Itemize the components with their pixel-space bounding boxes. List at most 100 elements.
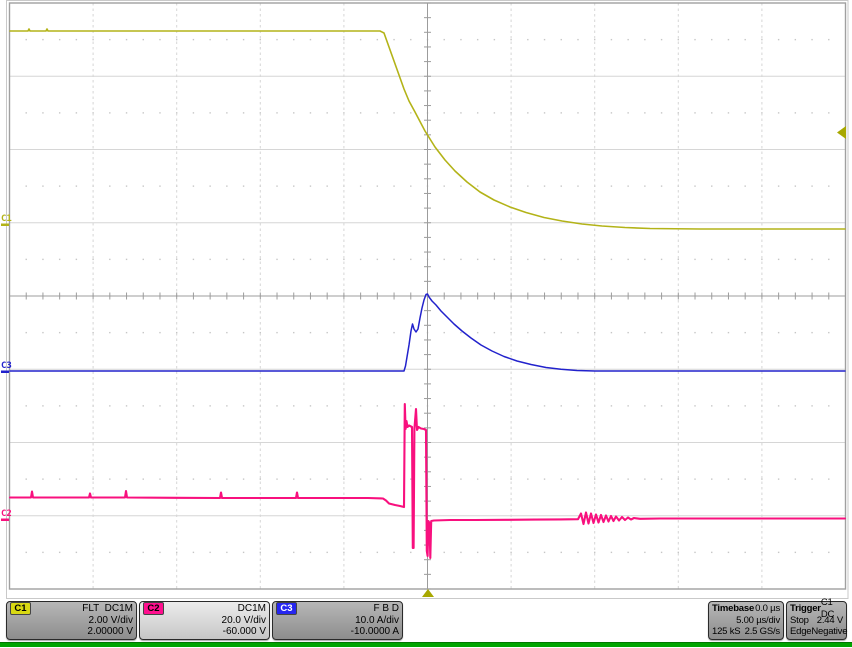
grid-dot — [309, 112, 312, 114]
grid-dot — [627, 38, 629, 41]
grid-dot — [594, 258, 596, 261]
grid-dot — [460, 38, 462, 41]
oscilloscope-screen: C1 C3 C2 C1 FLT DC1M 2.00 V/div 2.00000 V … — [0, 0, 852, 648]
grid-dot — [476, 405, 479, 407]
grid-dot — [109, 551, 111, 554]
grid-dot — [560, 185, 562, 187]
grid-dot — [811, 405, 813, 407]
grid-dot — [610, 551, 613, 554]
grid-dot — [761, 478, 763, 480]
grid-dot — [794, 478, 797, 480]
grid-dot — [176, 258, 178, 261]
grid-dot — [109, 405, 111, 407]
grid-dot — [92, 258, 94, 261]
grid-dot — [493, 38, 496, 41]
grid-dot — [627, 405, 629, 407]
grid-dot — [42, 258, 44, 261]
grid-dot — [694, 258, 696, 261]
grid-dot — [242, 551, 245, 554]
grid-dot — [577, 551, 579, 554]
c1-scale: 2.00 V/div — [88, 614, 133, 626]
grid-dot — [293, 478, 295, 480]
grid-dot — [660, 185, 663, 187]
grid-dot — [359, 258, 362, 261]
timebase-box[interactable]: Timebase 0.0 µs 5.00 µs/div 125 kS 2.5 G… — [708, 601, 784, 640]
grid-dot — [577, 258, 579, 261]
grid-dot — [443, 405, 445, 407]
grid-dot — [777, 112, 780, 114]
grid-dot — [694, 331, 696, 334]
grid-dot — [627, 185, 629, 187]
grid-dot — [192, 38, 195, 41]
grid-dot — [694, 551, 696, 554]
grid-dot — [627, 258, 629, 261]
grid-dot — [577, 478, 579, 480]
grid-dot — [711, 478, 713, 480]
grid-dot — [58, 38, 61, 41]
grid-dot — [58, 478, 61, 480]
grid-dot — [777, 478, 780, 480]
channel-box-c1[interactable]: C1 FLT DC1M 2.00 V/div 2.00000 V — [6, 601, 137, 640]
grid-dot — [309, 258, 312, 261]
grid-dot — [393, 38, 395, 41]
grid-dot — [109, 112, 111, 114]
timebase-samples: 125 kS — [712, 626, 741, 637]
grid-dot — [744, 405, 746, 407]
grid-dot — [510, 38, 512, 41]
grid-dot — [293, 258, 295, 261]
grid-dot — [359, 551, 362, 554]
grid-dot — [644, 405, 646, 407]
grid-dot — [58, 258, 61, 261]
grid-dot — [560, 331, 562, 334]
trigger-box[interactable]: Trigger C1 DC Stop 2.44 V Edge Negative — [786, 597, 848, 640]
grid-dot — [644, 185, 646, 187]
grid-dot — [811, 478, 813, 480]
grid-dot — [777, 258, 780, 261]
grid-dot — [493, 258, 496, 261]
grid-dot — [543, 551, 546, 554]
grid-dot — [58, 405, 61, 407]
grid-dot — [794, 331, 797, 334]
grid-dot — [393, 405, 395, 407]
grid-dot — [25, 478, 27, 480]
grid-dot — [192, 331, 195, 334]
grid-dot — [393, 258, 395, 261]
grid-dot — [794, 38, 797, 41]
grid-dot — [811, 331, 813, 334]
grid-dot — [560, 112, 562, 114]
c3-zero-marker: C3 — [1, 361, 12, 371]
grid-dot — [627, 478, 629, 480]
channel-box-c3[interactable]: C3 F B D 10.0 A/div -10.0000 A — [272, 601, 403, 640]
grid-dot — [226, 551, 228, 554]
grid-dot — [694, 38, 696, 41]
grid-dot — [159, 38, 161, 41]
grid-dot — [376, 331, 379, 334]
grid-dot — [259, 258, 261, 261]
trigger-slope: Negative — [811, 626, 848, 637]
grid-dot — [242, 405, 245, 407]
grid-dot — [543, 478, 546, 480]
grid-dot — [727, 331, 730, 334]
grid-dot — [761, 551, 763, 554]
grid-dot — [142, 185, 144, 187]
grid-dot — [92, 38, 94, 41]
grid-dot — [75, 38, 78, 41]
grid-dot — [226, 258, 228, 261]
grid-dot — [594, 478, 596, 480]
grid-dot — [476, 38, 479, 41]
grid-dot — [159, 185, 161, 187]
grid-dot — [92, 478, 94, 480]
channel-box-c2[interactable]: C2 DC1M 20.0 V/div -60.000 V — [139, 601, 270, 640]
grid-dot — [25, 38, 27, 41]
grid-dot — [359, 185, 362, 187]
grid-dot — [242, 331, 245, 334]
grid-dot — [359, 478, 362, 480]
grid-dot — [75, 551, 78, 554]
grid-dot — [393, 478, 395, 480]
grid-dot — [460, 478, 462, 480]
c1-chip: C1 — [10, 602, 31, 616]
grid-dot — [410, 185, 412, 187]
grid-dot — [493, 478, 496, 480]
grid-dot — [326, 112, 328, 114]
grid-dot — [309, 405, 312, 407]
